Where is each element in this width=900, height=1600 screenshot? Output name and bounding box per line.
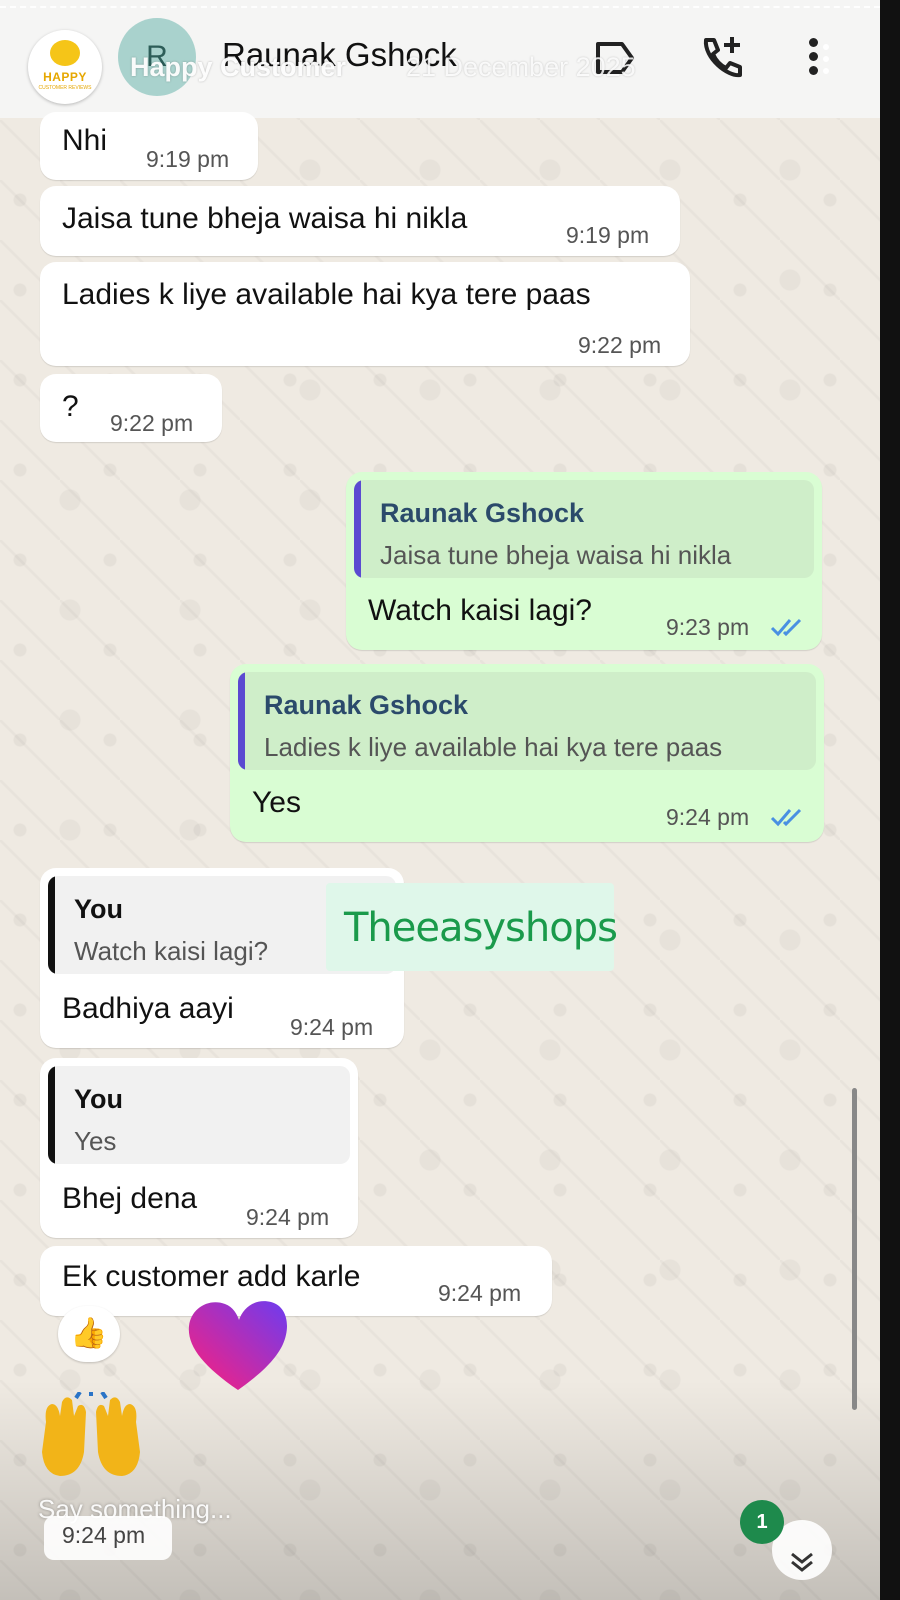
message-text: Watch kaisi lagi? (368, 594, 592, 627)
reply-quote[interactable]: Raunak Gshock Ladies k liye available ha… (238, 672, 816, 770)
message-text: Badhiya aayi (62, 992, 234, 1025)
message-text: Bhej dena (62, 1182, 198, 1215)
quote-text: Jaisa tune bheja waisa hi nikla (380, 540, 732, 570)
raised-hands-icon (42, 1392, 140, 1476)
message-time: 9:24 pm (438, 1280, 522, 1306)
message-text: Nhi (62, 124, 108, 157)
message-text: ? (62, 390, 79, 423)
reply-quote[interactable]: You Yes (48, 1066, 350, 1164)
more-vert-icon[interactable] (806, 38, 820, 80)
message-bubble-incoming[interactable]: You Yes Bhej dena 9:24 pm (40, 1058, 358, 1238)
message-time: 9:24 pm (290, 1014, 374, 1040)
message-time: 9:23 pm (666, 614, 750, 640)
quote-bar (48, 1066, 55, 1164)
message-text: Ek customer add karle (62, 1260, 361, 1293)
message-bubble-incoming[interactable]: Jaisa tune bheja waisa hi nikla 9:19 pm (40, 186, 680, 256)
message-text: Yes (252, 786, 301, 819)
quote-text: Ladies k liye available hai kya tere paa… (264, 732, 723, 762)
chat-screen: R Raunak Gshock HAPPY CUSTOMER REVIEWS H… (0, 0, 880, 1600)
message-time: 9:22 pm (578, 332, 662, 358)
logo-subtext: CUSTOMER REVIEWS (38, 85, 92, 91)
message-bubble-outgoing[interactable]: Raunak Gshock Ladies k liye available ha… (230, 664, 824, 842)
unread-count-badge[interactable]: 1 (740, 1500, 784, 1544)
reply-quote[interactable]: Raunak Gshock Jaisa tune bheja waisa hi … (354, 480, 814, 578)
message-text: Ladies k liye available hai kya tere paa… (62, 278, 591, 311)
story-date: 21 December 2025 (406, 52, 636, 82)
quote-text: Watch kaisi lagi? (74, 936, 269, 966)
read-receipt-icon (770, 618, 802, 637)
quote-author: Raunak Gshock (380, 498, 585, 528)
quote-bar (354, 480, 361, 578)
chevron-down-icon (791, 1552, 813, 1572)
quote-author: Raunak Gshock (264, 690, 469, 720)
message-bubble-incoming[interactable]: ? 9:22 pm (40, 374, 222, 442)
quote-author: You (74, 1084, 123, 1114)
screen-edge (880, 0, 900, 1600)
thumbs-up-reaction[interactable]: 👍 (58, 1306, 120, 1362)
logo-word: HAPPY (43, 70, 87, 84)
message-time: 9:19 pm (146, 146, 230, 172)
story-progress-bar (0, 6, 880, 8)
quote-bar (48, 876, 55, 974)
message-bubble-incoming[interactable]: Ladies k liye available hai kya tere paa… (40, 262, 690, 366)
shop-name-sticker: Theeasyshops (326, 883, 618, 971)
scrollbar[interactable] (852, 1088, 857, 1410)
story-username[interactable]: Happy Customer (130, 52, 346, 83)
quote-author: You (74, 894, 123, 924)
sticker-text: Theeasyshops (344, 905, 618, 951)
call-add-icon[interactable] (698, 34, 744, 80)
message-text: Jaisa tune bheja waisa hi nikla (62, 202, 468, 235)
story-menu-icon[interactable] (822, 44, 830, 80)
message-time: 9:24 pm (246, 1204, 330, 1230)
quote-text: Yes (74, 1126, 117, 1156)
message-bubble-incoming[interactable]: Ek customer add karle 9:24 pm (40, 1246, 552, 1316)
message-time: 9:22 pm (110, 410, 194, 436)
read-receipt-icon (770, 808, 802, 827)
story-avatar-logo: HAPPY CUSTOMER REVIEWS (28, 30, 102, 104)
message-bubble-incoming[interactable]: Nhi 9:19 pm (40, 112, 258, 180)
chat-header: R Raunak Gshock HAPPY CUSTOMER REVIEWS H… (0, 0, 880, 118)
message-time: 9:24 pm (666, 804, 750, 830)
quote-bar (238, 672, 245, 770)
last-message-time: 9:24 pm (44, 1516, 172, 1560)
message-bubble-outgoing[interactable]: Raunak Gshock Jaisa tune bheja waisa hi … (346, 472, 822, 650)
message-time: 9:19 pm (566, 222, 650, 248)
